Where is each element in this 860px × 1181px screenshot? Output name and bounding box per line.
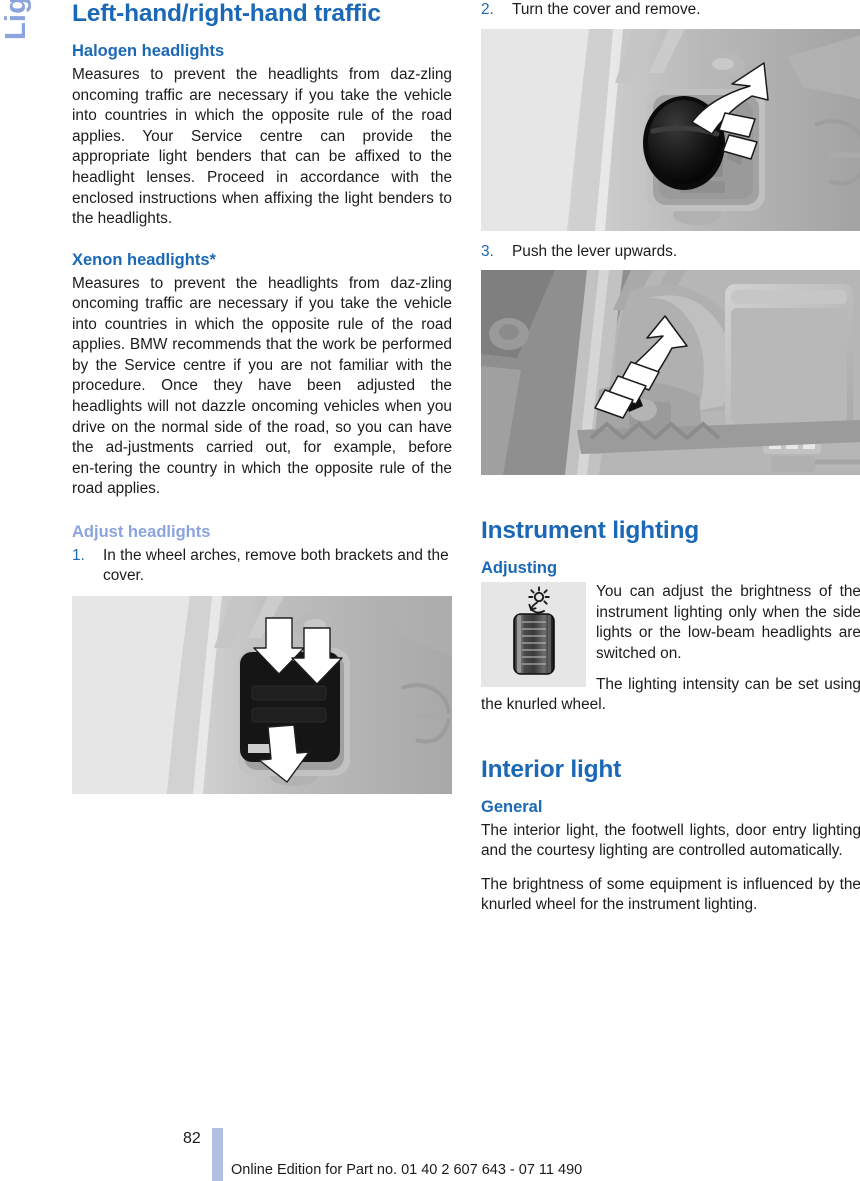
step-number: 1.	[72, 546, 85, 564]
page-number: 82	[183, 1130, 201, 1147]
knurled-wheel-icon	[481, 582, 586, 688]
footer-accent-bar	[212, 1128, 223, 1181]
footer-note: Online Edition for Part no. 01 40 2 607 …	[231, 1162, 583, 1178]
paragraph-interior-1: The interior light, the footwell lights,…	[481, 821, 860, 860]
procedure-step-3: 3. Push the lever upwards.	[481, 242, 860, 263]
procedure-step-1: 1. In the wheel arches, remove both brac…	[72, 546, 452, 587]
paragraph-halogen: Measures to prevent the headlights from …	[72, 65, 452, 228]
step-text: In the wheel arches, remove both bracket…	[103, 546, 449, 585]
chapter-tab: Lights	[0, 0, 36, 40]
knurled-wheel-icon-graphic	[481, 582, 586, 688]
turn-cover-illustration	[481, 28, 860, 231]
procedure-step-2: 2. Turn the cover and remove.	[481, 0, 860, 21]
instrument-lighting-icon-row: You can adjust the brightness of the ins…	[481, 582, 860, 716]
chapter-tab-label: Lights	[0, 0, 32, 40]
step-text: Turn the cover and remove.	[512, 1, 701, 18]
left-column: Left-hand/right-hand traffic Halogen hea…	[72, 0, 452, 795]
turn-cover-figure-graphic	[481, 28, 860, 231]
section-title-interior-light: Interior light	[481, 755, 622, 783]
heading-general: General	[481, 797, 543, 816]
paragraph-interior-2: The brightness of some equipment is infl…	[481, 875, 860, 914]
manual-page: Lights Left-hand/right-hand traffic Halo…	[0, 0, 860, 1181]
step-number: 2.	[481, 1, 494, 18]
right-column: 2. Turn the cover and remove. 3. Push th…	[481, 0, 860, 916]
push-lever-figure-graphic	[481, 270, 860, 476]
heading-xenon-headlights: Xenon headlights*	[72, 250, 216, 269]
paragraph-xenon: Measures to prevent the headlights from …	[72, 274, 452, 498]
step-number: 3.	[481, 242, 494, 260]
page-title: Left-hand/right-hand traffic	[72, 0, 381, 27]
heading-adjust-headlights: Adjust headlights	[72, 523, 211, 542]
wheel-arch-cover-figure-graphic	[72, 596, 452, 795]
push-lever-illustration	[481, 270, 860, 476]
step-text: Push the lever upwards.	[512, 242, 678, 260]
heading-halogen-headlights: Halogen headlights	[72, 42, 225, 61]
section-title-instrument-lighting: Instrument lighting	[481, 517, 700, 545]
wheel-arch-cover-illustration	[72, 596, 452, 795]
heading-adjusting: Adjusting	[481, 559, 558, 578]
